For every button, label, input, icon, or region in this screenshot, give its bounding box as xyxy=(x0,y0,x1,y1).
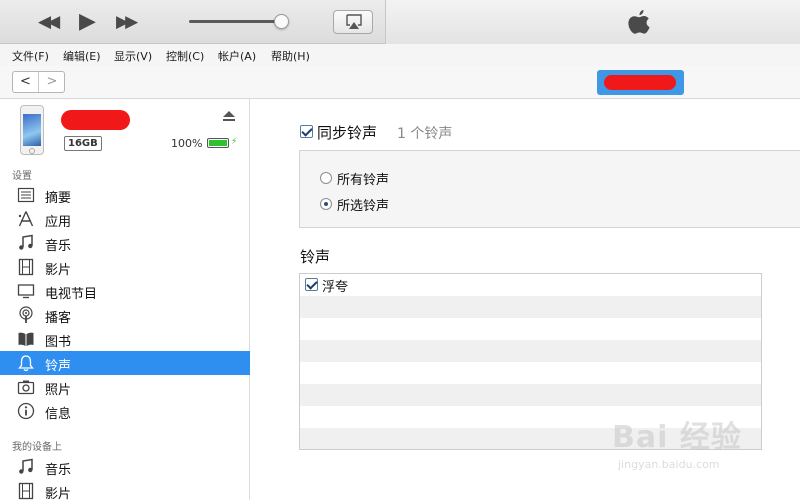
ringtone-count: 1 个铃声 xyxy=(397,126,453,142)
iphone-icon xyxy=(20,105,44,155)
airplay-icon xyxy=(346,14,362,29)
sidebar-item-label: 电视节目 xyxy=(45,287,98,302)
sidebar-item-apps[interactable]: 应用 xyxy=(0,207,250,231)
camera-icon xyxy=(17,380,35,395)
previous-track-button[interactable]: ◀◀ xyxy=(38,9,60,35)
radio-all-ringtones-button[interactable] xyxy=(320,172,332,184)
battery-percent: 100% xyxy=(171,137,203,150)
sidebar-item-label: 播客 xyxy=(45,311,72,326)
eject-icon[interactable] xyxy=(222,111,236,121)
book-icon xyxy=(18,332,34,346)
menu-help[interactable]: 帮助(H) xyxy=(271,48,310,64)
volume-track xyxy=(189,20,282,23)
sidebar-item-label: 影片 xyxy=(45,263,72,278)
navigation-bar: < > xyxy=(0,66,800,99)
sidebar-item-ringtones[interactable]: 铃声 xyxy=(0,351,250,375)
radio-selected-ringtones-label[interactable]: 所选铃声 xyxy=(337,195,389,214)
watermark-url: jingyan.baidu.com xyxy=(618,458,720,471)
charging-bolt-icon: ⚡ xyxy=(231,137,238,147)
sidebar-item-books[interactable]: 图书 xyxy=(0,327,250,351)
menu-file[interactable]: 文件(F) xyxy=(12,48,49,64)
sidebar-item-podcasts[interactable]: 播客 xyxy=(0,303,250,327)
sidebar-item-movies[interactable]: 影片 xyxy=(0,255,250,279)
settings-section-label: 设置 xyxy=(12,171,32,182)
sidebar-item-photos[interactable]: 照片 xyxy=(0,375,250,399)
sidebar: 16GB 100% ⚡ 设置 摘要 应用 音乐 影片 电视节目 播客 图书 铃声… xyxy=(0,99,250,503)
sidebar-item-label: 铃声 xyxy=(45,359,72,374)
device-header: 16GB 100% ⚡ xyxy=(0,99,250,161)
my-device-section-label: 我的设备上 xyxy=(12,442,62,453)
empty-list-row xyxy=(300,296,761,318)
sync-ringtones-checkbox[interactable] xyxy=(300,125,313,138)
transport-controls: ◀◀ ▶ ▶▶ xyxy=(0,0,385,44)
sidebar-item-label: 音乐 xyxy=(45,463,72,478)
lcd-title-panel xyxy=(385,0,800,44)
capacity-badge: 16GB xyxy=(64,136,102,151)
back-button[interactable]: < xyxy=(13,72,39,92)
sidebar-item-label: 信息 xyxy=(45,407,72,422)
menu-controls[interactable]: 控制(C) xyxy=(166,48,204,64)
menu-account[interactable]: 帐户(A) xyxy=(218,48,256,64)
radio-selected-ringtones-button[interactable] xyxy=(320,198,332,210)
eject-bar xyxy=(223,119,235,121)
sidebar-item-info[interactable]: 信息 xyxy=(0,399,250,423)
sidebar-item-label: 图书 xyxy=(45,335,72,350)
radio-all-ringtones-label[interactable]: 所有铃声 xyxy=(337,169,389,188)
menu-edit[interactable]: 编辑(E) xyxy=(63,48,101,64)
eject-triangle xyxy=(223,111,235,117)
apple-logo-icon xyxy=(628,10,650,34)
phone-screen xyxy=(23,114,41,146)
sidebar-item-device-movies[interactable]: 影片 xyxy=(0,479,250,503)
empty-list-row xyxy=(300,340,761,362)
airplay-button[interactable] xyxy=(333,10,373,34)
sidebar-item-summary[interactable]: 摘要 xyxy=(0,183,250,207)
film-icon xyxy=(18,258,34,276)
forward-button[interactable]: > xyxy=(39,72,65,92)
sidebar-item-device-music[interactable]: 音乐 xyxy=(0,455,250,479)
sidebar-item-label: 摘要 xyxy=(45,191,72,206)
info-icon xyxy=(17,402,35,420)
bell-icon xyxy=(18,355,34,372)
empty-list-row xyxy=(300,362,761,384)
menu-bar: 文件(F) 编辑(E) 显示(V) 控制(C) 帐户(A) 帮助(H) xyxy=(0,44,800,66)
empty-list-row xyxy=(300,384,761,406)
history-buttons: < > xyxy=(12,71,65,93)
sidebar-item-label: 照片 xyxy=(45,383,72,398)
music-note-icon xyxy=(19,234,33,250)
battery-icon: ⚡ xyxy=(207,137,237,148)
sidebar-item-music[interactable]: 音乐 xyxy=(0,231,250,255)
film-icon xyxy=(18,482,34,500)
sync-options-box: 所有铃声 所选铃声 xyxy=(299,150,800,228)
list-item[interactable]: 浮夸 xyxy=(300,274,761,296)
music-note-icon xyxy=(19,458,33,474)
podcast-icon xyxy=(19,306,33,323)
sidebar-item-label: 音乐 xyxy=(45,239,72,254)
redacted-device-name xyxy=(604,75,676,90)
empty-list-row xyxy=(300,318,761,340)
sidebar-item-tv-shows[interactable]: 电视节目 xyxy=(0,279,250,303)
play-button[interactable]: ▶ xyxy=(79,9,96,35)
baidu-watermark: Bai 经验 jingyan.baidu.com xyxy=(612,412,792,492)
ringtone-name: 浮夸 xyxy=(322,280,349,295)
tv-icon xyxy=(17,284,35,299)
next-track-button[interactable]: ▶▶ xyxy=(116,9,138,35)
ringtones-list-heading: 铃声 xyxy=(300,248,331,266)
volume-slider[interactable] xyxy=(189,14,289,29)
volume-knob[interactable] xyxy=(274,14,289,29)
watermark-text: Bai 经验 xyxy=(612,420,742,455)
summary-list-icon xyxy=(17,187,35,203)
sidebar-item-label: 影片 xyxy=(45,487,72,502)
device-button[interactable] xyxy=(597,70,684,95)
menu-view[interactable]: 显示(V) xyxy=(114,48,152,64)
battery-fill xyxy=(209,140,227,146)
apps-icon xyxy=(18,211,34,227)
phone-home-button xyxy=(29,148,35,154)
ringtone-checkbox[interactable] xyxy=(305,278,318,291)
sync-ringtones-label[interactable]: 同步铃声 xyxy=(317,122,377,143)
player-toolbar: ◀◀ ▶ ▶▶ xyxy=(0,0,800,44)
sidebar-item-label: 应用 xyxy=(45,215,72,230)
redacted-device-label xyxy=(61,110,130,130)
